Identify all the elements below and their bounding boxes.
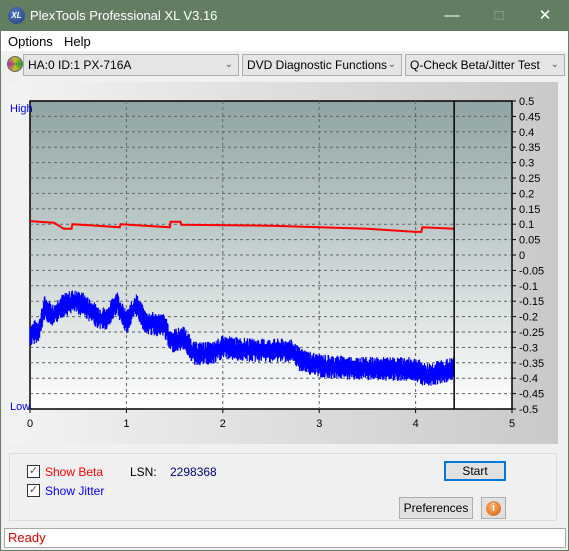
- app-logo-icon: XL: [8, 7, 25, 24]
- y-tick-label: 0.1: [519, 219, 534, 231]
- y-tick-label: 0.15: [519, 204, 540, 216]
- y-tick-label: -0.35: [519, 358, 544, 370]
- y-tick-label: -0.1: [519, 281, 538, 293]
- client-area: Options Help HA:0 ID:1 PX-716A ⌄ DVD Diag…: [1, 31, 568, 550]
- y-tick-label: -0.45: [519, 389, 544, 401]
- x-tick-label: 4: [413, 418, 419, 430]
- y-tick-label: 0.35: [519, 142, 540, 154]
- y-tick-label: 0.3: [519, 158, 534, 170]
- y-tick-label: -0.3: [519, 342, 538, 354]
- window-title: PlexTools Professional XL V3.16: [30, 8, 218, 23]
- minimize-button[interactable]: —: [429, 0, 475, 31]
- y-tick-label: -0.5: [519, 404, 538, 416]
- menu-help[interactable]: Help: [64, 34, 91, 49]
- y-tick-label: -0.25: [519, 327, 544, 339]
- maximize-button[interactable]: □: [476, 0, 522, 31]
- chart-panel: 0.5 0.45 0.4 0.35 0.3 0.25 0.2 0.15 0.1 0.05 0 -0.0…: [8, 82, 558, 444]
- y-tick-label: -0.05: [519, 265, 544, 277]
- status-bar: Ready: [4, 528, 566, 548]
- chevron-down-icon: ⌄: [550, 59, 559, 70]
- start-button[interactable]: Start: [444, 461, 506, 481]
- drive-select[interactable]: HA:0 ID:1 PX-716A ⌄: [23, 54, 239, 76]
- y-tick-label: 0.25: [519, 173, 540, 185]
- x-tick-label: 0: [27, 418, 33, 430]
- y-tick-label: -0.4: [519, 373, 538, 385]
- show-jitter-label[interactable]: Show Jitter: [45, 484, 104, 498]
- x-tick-label: 5: [509, 418, 515, 430]
- show-jitter-checkbox[interactable]: ✓: [27, 484, 40, 497]
- show-beta-label[interactable]: Show Beta: [45, 465, 103, 479]
- info-button[interactable]: i: [481, 497, 506, 519]
- y-tick-label: 0: [519, 250, 525, 262]
- title-bar: XL PlexTools Professional XL V3.16 — □ ✕: [0, 0, 569, 31]
- y-tick-label: 0.05: [519, 235, 540, 247]
- y-tick-label: 0.4: [519, 127, 534, 139]
- chevron-down-icon: ⌄: [224, 59, 233, 70]
- x-tick-label: 3: [316, 418, 322, 430]
- test-select-value: Q-Check Beta/Jitter Test: [410, 58, 540, 72]
- low-label: Low: [10, 401, 30, 413]
- y-tick-label: 0.45: [519, 111, 540, 123]
- drive-select-value: HA:0 ID:1 PX-716A: [28, 58, 132, 72]
- x-tick-label: 1: [123, 418, 129, 430]
- preferences-button[interactable]: Preferences: [399, 497, 473, 519]
- beta-jitter-chart: 0.5 0.45 0.4 0.35 0.3 0.25 0.2 0.15 0.1 0.05 0 -0.0…: [10, 96, 544, 430]
- test-select[interactable]: Q-Check Beta/Jitter Test ⌄: [405, 54, 565, 76]
- y-tick-label: 0.2: [519, 188, 534, 200]
- function-select[interactable]: DVD Diagnostic Functions ⌄: [242, 54, 402, 76]
- x-tick-label: 2: [220, 418, 226, 430]
- lsn-value: 2298368: [170, 465, 217, 479]
- y-tick-label: 0.5: [519, 96, 534, 108]
- menu-bar: Options Help: [1, 31, 568, 51]
- info-icon: i: [486, 501, 501, 516]
- function-select-value: DVD Diagnostic Functions: [247, 58, 388, 72]
- close-button[interactable]: ✕: [522, 0, 568, 31]
- y-tick-label: -0.2: [519, 312, 538, 324]
- show-beta-checkbox[interactable]: ✓: [27, 465, 40, 478]
- high-label: High: [10, 103, 33, 115]
- chevron-down-icon: ⌄: [387, 59, 396, 70]
- controls-panel: ✓ Show Beta ✓ Show Jitter LSN: 2298368 S…: [9, 453, 557, 521]
- disc-icon: [7, 56, 23, 72]
- lsn-label: LSN:: [130, 465, 157, 479]
- menu-options[interactable]: Options: [8, 34, 53, 49]
- y-tick-label: -0.15: [519, 296, 544, 308]
